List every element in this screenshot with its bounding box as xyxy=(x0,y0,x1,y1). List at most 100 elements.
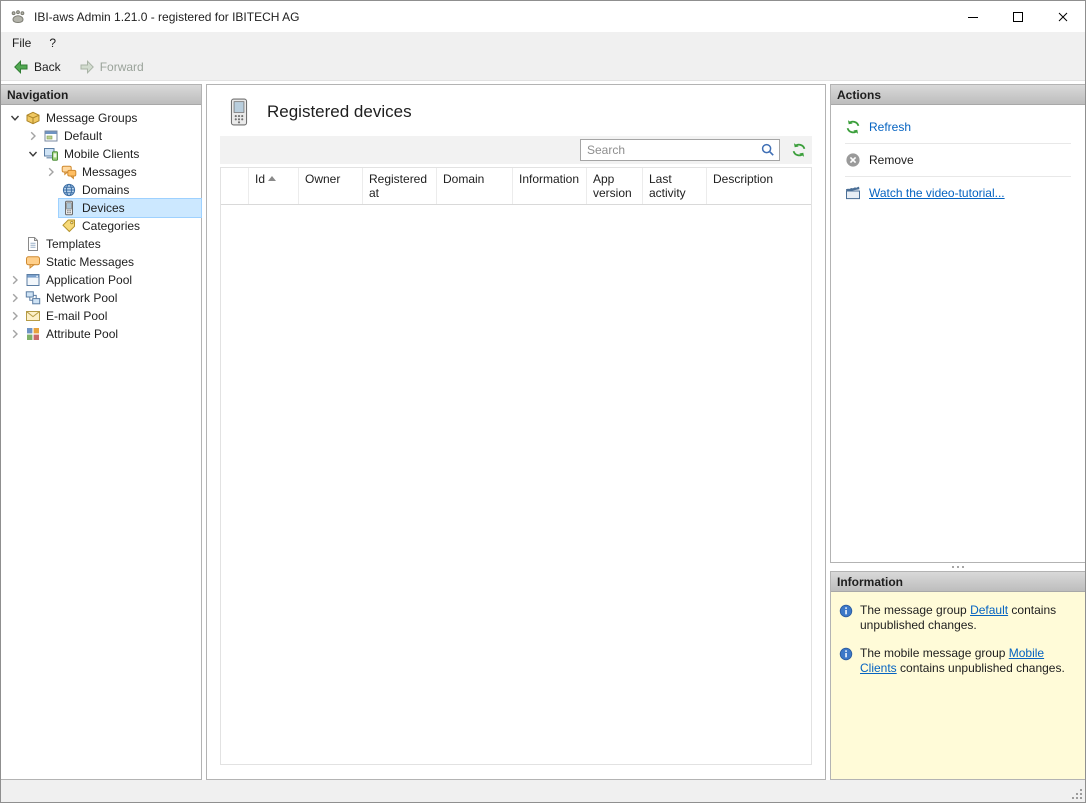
information-panel: Information The message group Default co… xyxy=(830,571,1085,780)
column-header-domain[interactable]: Domain xyxy=(437,168,513,204)
forward-arrow-icon xyxy=(79,59,95,75)
actions-list: Refresh Remove Watch the video-tutorial.… xyxy=(831,105,1085,209)
sidebar-item-email-pool[interactable]: E-mail Pool xyxy=(1,307,201,325)
sort-ascending-icon xyxy=(268,176,276,181)
expander-spacer xyxy=(43,200,59,216)
mobile-clients-icon xyxy=(43,146,59,162)
chevron-right-icon[interactable] xyxy=(7,326,23,342)
maximize-button[interactable] xyxy=(995,1,1040,32)
network-pool-icon xyxy=(25,290,41,306)
resize-grip[interactable] xyxy=(1071,788,1083,800)
info-message-mobile-clients: The mobile message group Mobile Clients … xyxy=(839,646,1077,676)
expander-spacer xyxy=(43,182,59,198)
default-group-link[interactable]: Default xyxy=(970,603,1008,617)
chevron-right-icon[interactable] xyxy=(7,308,23,324)
message-groups-icon xyxy=(25,110,41,126)
search-input[interactable] xyxy=(580,139,780,161)
templates-icon xyxy=(25,236,41,252)
expander-spacer xyxy=(43,218,59,234)
sidebar-item-network-pool[interactable]: Network Pool xyxy=(1,289,201,307)
sidebar-item-application-pool[interactable]: Application Pool xyxy=(1,271,201,289)
sidebar-item-domains[interactable]: Domains xyxy=(1,181,201,199)
sidebar-item-attribute-pool[interactable]: Attribute Pool xyxy=(1,325,201,343)
attribute-pool-icon xyxy=(25,326,41,342)
column-header-id[interactable]: Id xyxy=(249,168,299,204)
content-header: Registered devices xyxy=(207,85,825,136)
panel-splitter-handle[interactable] xyxy=(830,563,1085,571)
column-header-information[interactable]: Information xyxy=(513,168,587,204)
content-panel: Registered devices Id Owner Regist xyxy=(206,84,826,780)
table-header-row: Id Owner Registered at Domain Informatio… xyxy=(221,168,811,205)
toolbar: Back Forward xyxy=(1,54,1085,81)
sidebar-item-default[interactable]: Default xyxy=(1,127,201,145)
title-bar: IBI-aws Admin 1.21.0 - registered for IB… xyxy=(1,1,1085,32)
chevron-right-icon[interactable] xyxy=(25,128,41,144)
refresh-icon xyxy=(845,119,861,135)
page-title: Registered devices xyxy=(267,102,412,122)
categories-icon xyxy=(61,218,77,234)
window-title: IBI-aws Admin 1.21.0 - registered for IB… xyxy=(34,10,950,24)
registered-devices-icon xyxy=(228,98,250,126)
search-box xyxy=(580,139,780,161)
sidebar-item-devices[interactable]: Devices xyxy=(1,199,201,217)
email-pool-icon xyxy=(25,308,41,324)
column-header-description[interactable]: Description xyxy=(707,168,811,204)
sidebar-item-categories[interactable]: Categories xyxy=(1,217,201,235)
chevron-down-icon[interactable] xyxy=(7,110,23,126)
actions-header: Actions xyxy=(831,85,1085,105)
status-bar xyxy=(1,780,1085,802)
refresh-action[interactable]: Refresh xyxy=(843,111,1073,143)
search-band xyxy=(220,136,812,164)
search-icon[interactable] xyxy=(760,142,776,158)
remove-action[interactable]: Remove xyxy=(843,144,1073,176)
main-area: Navigation Message Groups Default Mobile… xyxy=(1,81,1085,780)
menu-file[interactable]: File xyxy=(3,33,40,53)
minimize-button[interactable] xyxy=(950,1,995,32)
app-logo-icon xyxy=(10,9,26,25)
right-column: Actions Refresh Remove Watch the video- xyxy=(830,84,1085,780)
remove-icon xyxy=(845,152,861,168)
video-tutorial-link[interactable]: Watch the video-tutorial... xyxy=(843,177,1073,209)
sidebar-item-message-groups[interactable]: Message Groups xyxy=(1,109,201,127)
application-pool-icon xyxy=(25,272,41,288)
sidebar-item-messages[interactable]: Messages xyxy=(1,163,201,181)
sidebar-item-templates[interactable]: Templates xyxy=(1,235,201,253)
menu-help[interactable]: ? xyxy=(40,33,65,53)
chevron-right-icon[interactable] xyxy=(43,164,59,180)
back-button[interactable]: Back xyxy=(6,57,68,77)
devices-icon xyxy=(61,200,77,216)
sidebar-item-mobile-clients[interactable]: Mobile Clients xyxy=(1,145,201,163)
back-arrow-icon xyxy=(13,59,29,75)
forward-button[interactable]: Forward xyxy=(72,57,151,77)
refresh-icon xyxy=(791,142,807,158)
actions-panel: Actions Refresh Remove Watch the video- xyxy=(830,84,1085,563)
navigation-header: Navigation xyxy=(1,85,201,105)
expander-spacer xyxy=(7,236,23,252)
chevron-right-icon[interactable] xyxy=(7,272,23,288)
domains-icon xyxy=(61,182,77,198)
devices-table: Id Owner Registered at Domain Informatio… xyxy=(220,167,812,765)
chevron-right-icon[interactable] xyxy=(7,290,23,306)
maximize-icon xyxy=(1010,9,1026,25)
column-header-owner[interactable]: Owner xyxy=(299,168,363,204)
static-messages-icon xyxy=(25,254,41,270)
video-tutorial-icon xyxy=(845,185,861,201)
information-header: Information xyxy=(831,572,1085,592)
column-header-registered-at[interactable]: Registered at xyxy=(363,168,437,204)
info-icon xyxy=(839,604,853,618)
column-header-last-activity[interactable]: Last activity xyxy=(643,168,707,204)
close-icon xyxy=(1055,9,1071,25)
chevron-down-icon[interactable] xyxy=(25,146,41,162)
expander-spacer xyxy=(7,254,23,270)
messages-icon xyxy=(61,164,77,180)
app-window: IBI-aws Admin 1.21.0 - registered for IB… xyxy=(0,0,1086,803)
information-body: The message group Default contains unpub… xyxy=(831,592,1085,779)
refresh-list-button[interactable] xyxy=(791,142,807,158)
menu-bar: File ? xyxy=(1,32,1085,54)
close-button[interactable] xyxy=(1040,1,1085,32)
column-header-app-version[interactable]: App version xyxy=(587,168,643,204)
sidebar-item-static-messages[interactable]: Static Messages xyxy=(1,253,201,271)
info-message-default: The message group Default contains unpub… xyxy=(839,603,1077,633)
info-icon xyxy=(839,647,853,661)
column-header-blank[interactable] xyxy=(221,168,249,204)
